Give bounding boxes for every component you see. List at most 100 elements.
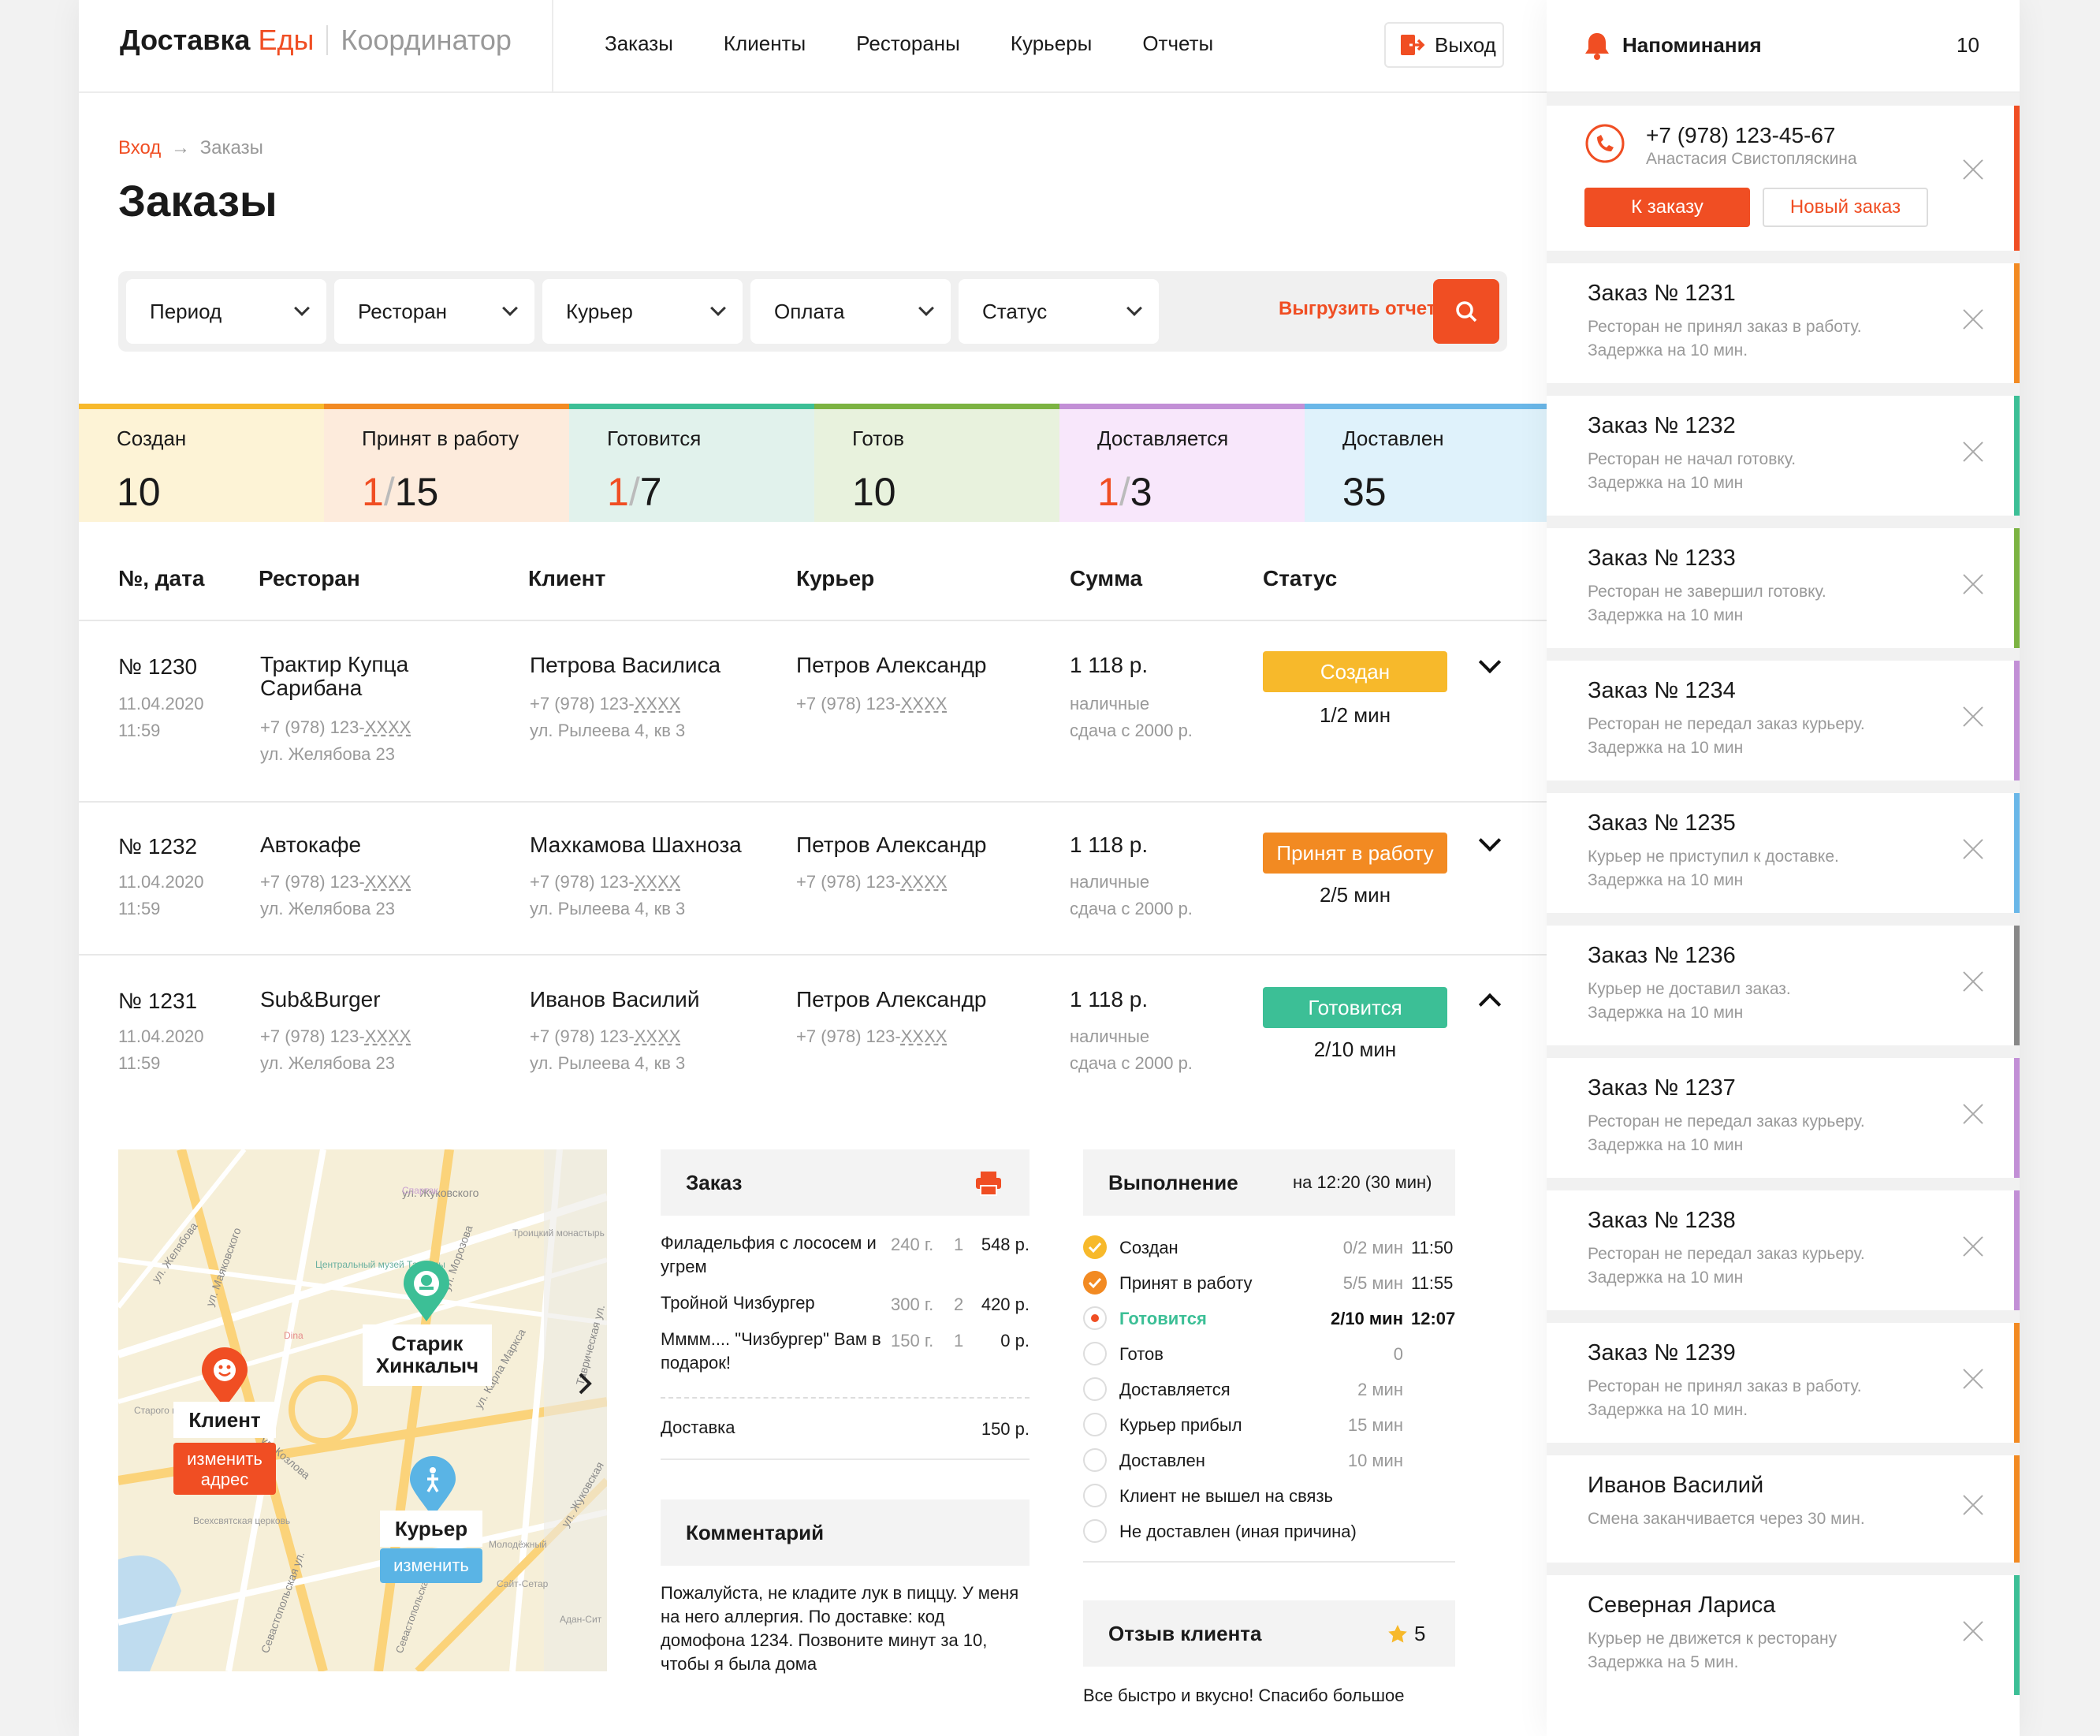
order-number: № 1230 bbox=[118, 654, 198, 679]
reminder-card[interactable]: Заказ № 1238 Ресторан не передал заказ ку… bbox=[1547, 1178, 2020, 1310]
stat-value: 10 bbox=[852, 470, 896, 514]
stat-value: 10 bbox=[117, 470, 161, 514]
order-sum: 1 118 р. bbox=[1070, 987, 1149, 1011]
close-icon[interactable] bbox=[1961, 440, 1985, 464]
close-icon[interactable] bbox=[1961, 705, 1985, 728]
col-header-client[interactable]: Клиент bbox=[528, 566, 605, 591]
col-header-restaurant[interactable]: Ресторан bbox=[259, 566, 360, 591]
execution-deadline: на 12:20 (30 мин) bbox=[1293, 1172, 1432, 1192]
status-badge[interactable]: Создан bbox=[1263, 651, 1447, 692]
reminder-card[interactable]: Северная Лариса Курьер не движется к рест… bbox=[1547, 1563, 2020, 1695]
new-order-button[interactable]: Новый заказ bbox=[1763, 188, 1928, 227]
col-header-status[interactable]: Статус bbox=[1263, 566, 1337, 591]
reminder-text: Ресторан не передал заказ курьеру. bbox=[1588, 1112, 1865, 1131]
reminder-card[interactable]: Заказ № 1239 Ресторан не принял заказ в р… bbox=[1547, 1310, 2020, 1443]
stat-late: 1 bbox=[1097, 470, 1119, 514]
client-pin-icon[interactable] bbox=[200, 1347, 249, 1410]
filter-label: Курьер bbox=[566, 299, 633, 323]
print-icon[interactable] bbox=[974, 1170, 1003, 1197]
chevron-down-icon[interactable] bbox=[1478, 829, 1502, 852]
nav-restaurants[interactable]: Рестораны bbox=[856, 32, 960, 56]
check-icon bbox=[1083, 1235, 1107, 1259]
status-badge[interactable]: Принят в работу bbox=[1263, 833, 1447, 874]
filter-restaurant[interactable]: Ресторан bbox=[334, 279, 534, 344]
restaurant-name: Sub&Burger bbox=[260, 987, 381, 1011]
stat-created[interactable]: Создан 10 bbox=[79, 404, 324, 522]
logo-divider bbox=[326, 25, 329, 55]
card-color-bar bbox=[2014, 1190, 2020, 1310]
reminder-card[interactable]: Заказ № 1237 Ресторан не передал заказ ку… bbox=[1547, 1045, 2020, 1178]
reminder-text: Курьер не приступил к доставке. bbox=[1588, 848, 1839, 866]
reminder-title: Заказ № 1235 bbox=[1588, 810, 1736, 836]
stat-value: 35 bbox=[1342, 470, 1387, 514]
reminder-delay: Задержка на 5 мин. bbox=[1588, 1653, 1739, 1671]
nav-couriers[interactable]: Курьеры bbox=[1011, 32, 1092, 56]
execution-divider bbox=[1083, 1561, 1455, 1563]
close-icon[interactable] bbox=[1961, 158, 1985, 181]
review-title: Отзыв клиента bbox=[1108, 1622, 1262, 1645]
stat-delivered[interactable]: Доставлен 35 bbox=[1305, 404, 1547, 522]
stat-ready[interactable]: Готов 10 bbox=[814, 404, 1059, 522]
stat-accepted[interactable]: Принят в работу 1/15 bbox=[324, 404, 569, 522]
chevron-up-icon[interactable] bbox=[1478, 993, 1502, 1016]
close-icon[interactable] bbox=[1961, 970, 1985, 993]
filter-courier[interactable]: Курьер bbox=[542, 279, 743, 344]
status-badge[interactable]: Готовится bbox=[1263, 987, 1447, 1028]
client-contact: +7 (978) 123-XXXX ул. Рылеева 4, кв 3 bbox=[530, 1026, 686, 1073]
step-time: 12:07 bbox=[1411, 1309, 1456, 1328]
client-label: Клиент bbox=[173, 1402, 276, 1438]
stat-cooking[interactable]: Готовится 1/7 bbox=[569, 404, 814, 522]
close-icon[interactable] bbox=[1961, 837, 1985, 861]
reminders-header: Напоминания 10 bbox=[1547, 0, 2020, 93]
filter-payment[interactable]: Оплата bbox=[750, 279, 951, 344]
courier-pin-icon[interactable] bbox=[408, 1455, 457, 1518]
reminder-card[interactable]: Заказ № 1236 Курьер не доставил заказ. Зад… bbox=[1547, 913, 2020, 1045]
change-address-button[interactable]: изменить адрес bbox=[173, 1443, 276, 1495]
nav-reports[interactable]: Отчеты bbox=[1142, 32, 1213, 56]
nav-clients[interactable]: Клиенты bbox=[724, 32, 806, 56]
col-header-sum[interactable]: Сумма bbox=[1070, 566, 1142, 591]
reminder-card[interactable]: Заказ № 1231 Ресторан не принял заказ в р… bbox=[1547, 251, 2020, 383]
col-header-courier[interactable]: Курьер bbox=[796, 566, 874, 591]
reminder-title: Заказ № 1231 bbox=[1588, 281, 1736, 306]
reminder-card[interactable]: Заказ № 1232 Ресторан не начал готовку. За… bbox=[1547, 383, 2020, 516]
step-label: Готов bbox=[1119, 1344, 1164, 1364]
item-weight: 150 г. bbox=[891, 1331, 934, 1350]
close-icon[interactable] bbox=[1961, 1235, 1985, 1258]
logo[interactable]: Доставка Еды Координатор bbox=[120, 24, 512, 57]
close-icon[interactable] bbox=[1961, 307, 1985, 331]
close-icon[interactable] bbox=[1961, 1493, 1985, 1517]
execution-title: Выполнение bbox=[1108, 1171, 1238, 1194]
pending-step-icon bbox=[1083, 1519, 1107, 1543]
col-header-number[interactable]: №, дата bbox=[118, 566, 204, 591]
status-timer: 1/2 мин bbox=[1319, 703, 1391, 727]
export-report-button[interactable]: Выгрузить отчет bbox=[1279, 298, 1436, 320]
search-button[interactable] bbox=[1433, 279, 1499, 344]
breadcrumb-home[interactable]: Вход bbox=[118, 137, 161, 158]
item-price: 548 р. bbox=[981, 1235, 1030, 1254]
delivery-map[interactable]: ул. Жуковского ул. Желябова ул. Маяковск… bbox=[118, 1149, 607, 1671]
close-icon[interactable] bbox=[1961, 1619, 1985, 1643]
close-icon[interactable] bbox=[1961, 572, 1985, 596]
card-color-bar bbox=[2014, 106, 2020, 251]
reminder-card[interactable]: Заказ № 1234 Ресторан не передал заказ ку… bbox=[1547, 648, 2020, 780]
close-icon[interactable] bbox=[1961, 1102, 1985, 1126]
filter-period[interactable]: Период bbox=[126, 279, 326, 344]
reminder-card[interactable]: Заказ № 1235 Курьер не приступил к достав… bbox=[1547, 780, 2020, 913]
execution-panel-title: Выполнение на 12:20 (30 мин) bbox=[1083, 1149, 1455, 1216]
logout-label: Выход bbox=[1435, 32, 1496, 57]
reminder-card[interactable]: Иванов Василий Смена заканчивается через … bbox=[1547, 1443, 2020, 1563]
card-color-bar bbox=[2014, 1455, 2020, 1563]
change-courier-button[interactable]: изменить bbox=[380, 1548, 482, 1583]
stat-delivering[interactable]: Доставляется 1/3 bbox=[1059, 404, 1305, 522]
logout-button[interactable]: Выход bbox=[1384, 22, 1504, 68]
pending-step-icon bbox=[1083, 1484, 1107, 1507]
restaurant-pin-icon[interactable] bbox=[402, 1260, 451, 1323]
reminder-card[interactable]: Заказ № 1233 Ресторан не завершил готовку… bbox=[1547, 516, 2020, 648]
filter-status[interactable]: Статус bbox=[959, 279, 1159, 344]
go-to-order-button[interactable]: К заказу bbox=[1584, 188, 1750, 227]
reminders-title: Напоминания bbox=[1622, 33, 1762, 57]
nav-orders[interactable]: Заказы bbox=[605, 32, 673, 56]
close-icon[interactable] bbox=[1961, 1367, 1985, 1391]
chevron-down-icon[interactable] bbox=[1478, 650, 1502, 674]
